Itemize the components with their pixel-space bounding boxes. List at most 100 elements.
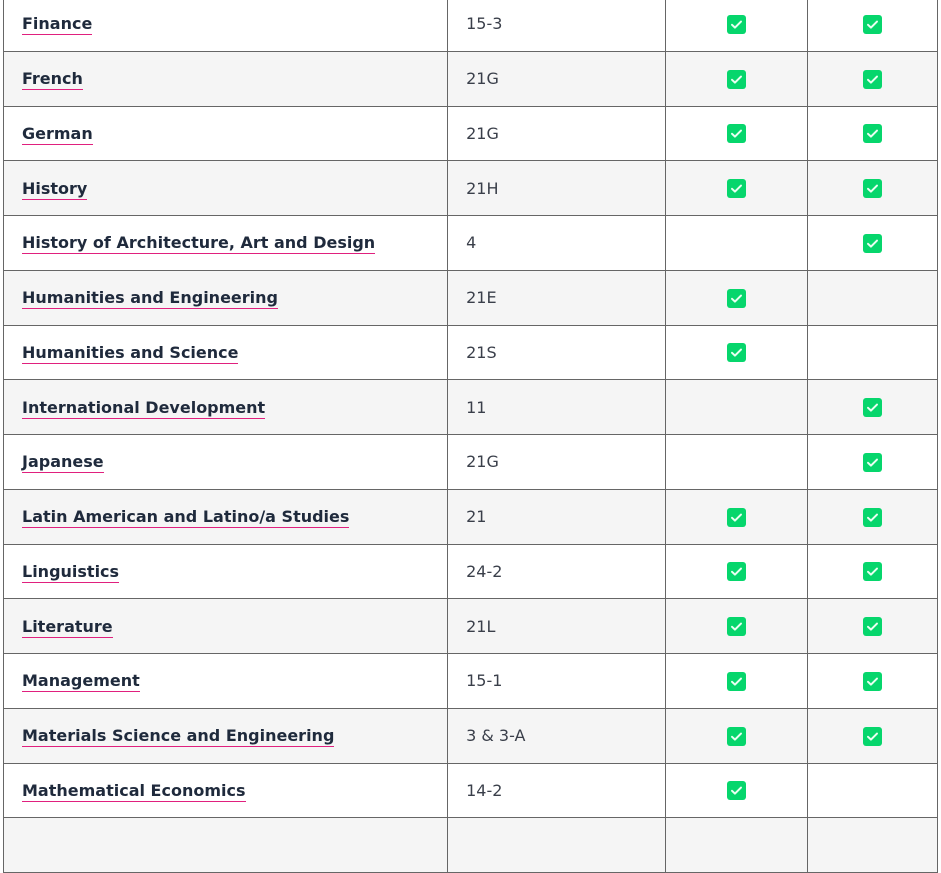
program-link[interactable]: Humanities and Science	[22, 342, 239, 364]
col2-cell	[806, 269, 939, 326]
programs-table: Finance 15-3 French 21G German 21G History 21H H…	[2, 0, 939, 873]
table-row: Literature 21L	[2, 598, 939, 654]
course-code: 24-2	[447, 543, 667, 600]
checkbox-checked-icon	[726, 507, 746, 527]
program-link[interactable]: Latin American and Latino/a Studies	[22, 507, 350, 529]
program-name-cell: Materials Science and Engineering	[2, 707, 449, 764]
program-name-cell: Latin American and Latino/a Studies	[2, 488, 449, 545]
table-row: Materials Science and Engineering 3 & 3-A	[2, 707, 939, 764]
course-code: 11	[447, 379, 667, 435]
col2-cell	[806, 105, 939, 162]
program-name-cell: German	[2, 105, 449, 162]
col2-cell	[806, 379, 939, 435]
program-name-cell: History	[2, 160, 449, 216]
col1-cell	[665, 0, 808, 52]
program-link[interactable]: Materials Science and Engineering	[22, 726, 335, 748]
col2-cell	[806, 434, 939, 490]
course-code: 21G	[447, 105, 667, 162]
table-row: Management 15-1	[2, 653, 939, 709]
checkbox-checked-icon	[862, 726, 882, 746]
checkbox-checked-icon	[862, 671, 882, 691]
table-row: Linguistics 24-2	[2, 543, 939, 600]
checkbox-checked-icon	[726, 14, 746, 34]
program-link[interactable]: History	[22, 178, 88, 200]
checkbox-checked-icon	[862, 124, 882, 144]
col2-cell	[806, 488, 939, 545]
program-link[interactable]: Mathematical Economics	[22, 780, 246, 802]
course-code: 21L	[447, 598, 667, 654]
program-link[interactable]: International Development	[22, 397, 266, 419]
program-name-cell: History of Architecture, Art and Design	[2, 215, 449, 271]
checkbox-checked-icon	[862, 452, 882, 472]
table-row: Japanese 21G	[2, 434, 939, 490]
col1-cell	[665, 488, 808, 545]
col1-cell	[665, 50, 808, 107]
col2-cell	[806, 762, 939, 819]
checkbox-checked-icon	[862, 233, 882, 253]
checkbox-checked-icon	[726, 288, 746, 308]
program-name-cell: Humanities and Engineering	[2, 269, 449, 326]
col1-cell	[665, 707, 808, 764]
col1-cell	[665, 543, 808, 600]
checkbox-checked-icon	[862, 69, 882, 89]
col2-cell	[806, 324, 939, 381]
col2-cell	[806, 543, 939, 600]
table-row: Finance 15-3	[2, 0, 939, 52]
checkbox-checked-icon	[726, 179, 746, 199]
program-link[interactable]: Linguistics	[22, 561, 120, 583]
col2-cell	[806, 653, 939, 709]
table-row: History of Architecture, Art and Design 4	[2, 215, 939, 271]
col1-cell	[665, 269, 808, 326]
checkbox-checked-icon	[726, 671, 746, 691]
program-link[interactable]: History of Architecture, Art and Design	[22, 233, 376, 255]
table-row: International Development 11	[2, 379, 939, 435]
col1-cell	[665, 379, 808, 435]
col2-cell	[806, 817, 939, 873]
program-name-cell: Japanese	[2, 434, 449, 490]
table-row: French 21G	[2, 50, 939, 107]
col2-cell	[806, 160, 939, 216]
checkbox-checked-icon	[862, 562, 882, 582]
checkbox-checked-icon	[726, 69, 746, 89]
course-code: 15-1	[447, 653, 667, 709]
program-name-cell: Finance	[2, 0, 449, 52]
program-link[interactable]: Humanities and Engineering	[22, 288, 278, 310]
program-name-cell: International Development	[2, 379, 449, 435]
col1-cell	[665, 653, 808, 709]
course-code: 3 & 3-A	[447, 707, 667, 764]
program-link[interactable]: Literature	[22, 616, 113, 638]
table-row: Humanities and Engineering 21E	[2, 269, 939, 326]
table-row: Humanities and Science 21S	[2, 324, 939, 381]
program-link[interactable]: Management	[22, 671, 140, 693]
checkbox-checked-icon	[726, 124, 746, 144]
course-code: 21E	[447, 269, 667, 326]
program-link[interactable]: German	[22, 123, 93, 145]
checkbox-checked-icon	[726, 726, 746, 746]
checkbox-checked-icon	[726, 343, 746, 363]
program-name-cell: Literature	[2, 598, 449, 654]
program-name-cell: Linguistics	[2, 543, 449, 600]
checkbox-checked-icon	[726, 781, 746, 801]
program-name-cell	[2, 817, 449, 873]
col2-cell	[806, 0, 939, 52]
checkbox-checked-icon	[862, 617, 882, 637]
checkbox-checked-icon	[862, 14, 882, 34]
program-link[interactable]: Japanese	[22, 452, 104, 474]
program-link[interactable]: French	[22, 69, 83, 91]
course-code: 21H	[447, 160, 667, 216]
col1-cell	[665, 598, 808, 654]
course-code	[447, 817, 667, 873]
table-row	[2, 817, 939, 873]
course-code: 21	[447, 488, 667, 545]
program-link[interactable]: Finance	[22, 14, 93, 36]
course-code: 15-3	[447, 0, 667, 52]
checkbox-checked-icon	[862, 398, 882, 418]
col2-cell	[806, 707, 939, 764]
program-name-cell: Mathematical Economics	[2, 762, 449, 819]
col1-cell	[665, 762, 808, 819]
table-row: Mathematical Economics 14-2	[2, 762, 939, 819]
program-name-cell: Management	[2, 653, 449, 709]
table-row: History 21H	[2, 160, 939, 216]
col1-cell	[665, 105, 808, 162]
course-code: 21G	[447, 434, 667, 490]
